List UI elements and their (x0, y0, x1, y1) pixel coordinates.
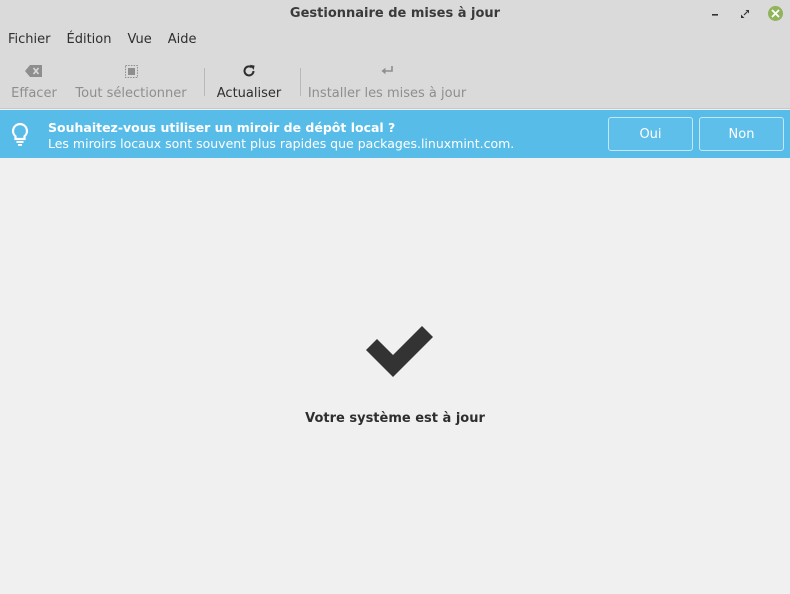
menu-bar: Fichier Édition Vue Aide (0, 27, 790, 51)
select-all-icon (124, 60, 138, 82)
menu-edition[interactable]: Édition (67, 32, 112, 47)
mirror-infobar: Souhaitez-vous utiliser un miroir de dép… (0, 110, 790, 158)
maximize-icon (741, 9, 749, 18)
close-icon (767, 6, 783, 21)
minimize-button[interactable] (700, 0, 730, 27)
lightbulb-icon (9, 122, 31, 150)
toolbar: Effacer Tout sélectionner Actualiser Ins… (0, 51, 790, 109)
close-button[interactable] (760, 0, 790, 27)
window-title: Gestionnaire de mises à jour (289, 6, 501, 21)
refresh-label: Actualiser (216, 86, 282, 101)
no-button[interactable]: Non (699, 117, 784, 151)
clear-button[interactable]: Effacer (10, 51, 58, 109)
menu-vue[interactable]: Vue (127, 32, 151, 47)
clear-label: Effacer (11, 86, 57, 101)
title-bar: Gestionnaire de mises à jour (0, 0, 790, 27)
install-updates-button[interactable]: Installer les mises à jour (308, 51, 466, 109)
status-message: Votre système est à jour (305, 411, 485, 426)
menu-fichier[interactable]: Fichier (8, 32, 51, 47)
select-all-button[interactable]: Tout sélectionner (75, 51, 187, 109)
window-controls (700, 0, 790, 27)
menu-aide[interactable]: Aide (168, 32, 197, 47)
install-updates-label: Installer les mises à jour (307, 86, 467, 101)
yes-button[interactable]: Oui (608, 117, 693, 151)
refresh-button[interactable]: Actualiser (217, 51, 281, 109)
checkmark-icon (363, 324, 435, 386)
return-icon (381, 60, 394, 82)
main-content: Votre système est à jour (0, 158, 790, 594)
select-all-label: Tout sélectionner (75, 86, 187, 101)
minimize-icon (712, 13, 718, 16)
infobar-title: Souhaitez-vous utiliser un miroir de dép… (48, 120, 396, 135)
maximize-button[interactable] (730, 0, 760, 27)
toolbar-separator (204, 68, 205, 96)
backspace-icon (25, 60, 43, 82)
refresh-icon (242, 60, 256, 82)
toolbar-separator (300, 68, 301, 96)
infobar-message: Les miroirs locaux sont souvent plus rap… (48, 136, 515, 151)
